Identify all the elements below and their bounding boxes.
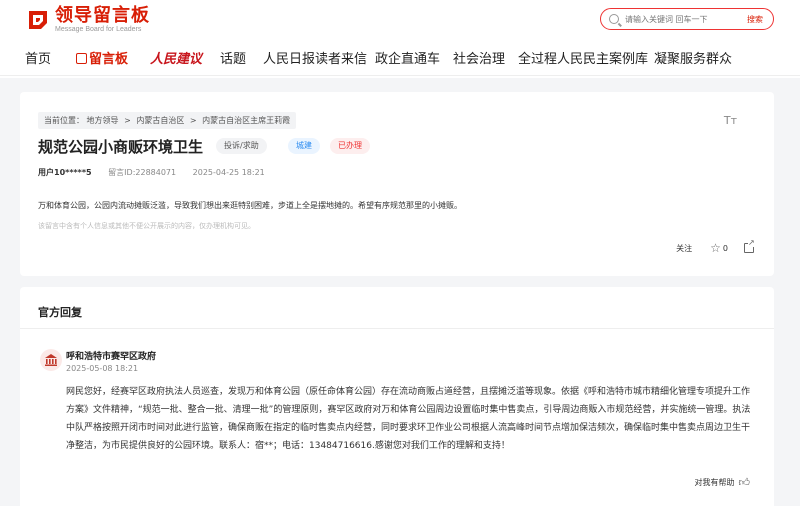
reply-card: 官方回复 呼和浩特市赛罕区政府 2025-05-08 18:21 网民您好，经赛… [20,287,774,506]
message-board-icon [76,53,87,64]
logo-subtitle: Message Board for Leaders [55,26,142,33]
nav-item-democracy-cases[interactable]: 全过程人民民主案例库 [518,48,648,67]
breadcrumb-item-leader[interactable]: 内蒙古自治区主席王莉霞 [202,116,290,125]
page-title: 规范公园小商贩环境卫生 [38,138,204,156]
nav-item-message-board[interactable]: 留言板 [76,48,128,67]
breadcrumb-item-local-leaders[interactable]: 地方领导 [87,116,119,125]
status-badge: 已办理 [330,138,370,154]
breadcrumb-separator: > [189,116,197,125]
message-card: 当前位置： 地方领导 > 内蒙古自治区 > 内蒙古自治区主席王莉霞 Tт 规范公… [20,92,774,276]
nav-item-topics[interactable]: 话题 [220,48,246,67]
search-box: 搜索 [600,8,774,30]
message-time: 2025-04-25 18:21 [192,168,265,177]
share-icon[interactable] [744,238,755,253]
main-nav: 首页 留言板 人民建议 话题 人民日报读者来信 政企直通车 社会治理 全过程人民… [0,44,800,72]
search-input[interactable] [625,14,735,24]
message-id: 留言ID:22884071 [108,168,177,177]
nav-item-readers-letters[interactable]: 人民日报读者来信 [263,48,367,67]
breadcrumb: 当前位置： 地方领导 > 内蒙古自治区 > 内蒙古自治区主席王莉霞 [38,112,297,129]
breadcrumb-separator: > [124,116,131,125]
font-size-icon[interactable]: Tт [724,114,737,127]
site-header: 领导留言板 Message Board for Leaders 搜索 首页 留言… [0,0,800,78]
nav-item-message-board-label: 留言板 [89,52,129,67]
nav-item-serve-masses[interactable]: 凝聚服务群众 [654,48,732,67]
message-actions: 关注 ☆ 0 [676,238,755,255]
message-meta: 用户10*****5 留言ID:22884071 2025-04-25 18:2… [38,167,279,178]
logo-title: 领导留言板 [55,5,150,26]
nav-item-enterprise-express[interactable]: 政企直通车 [375,48,440,67]
privacy-notice: 该留言中含有个人信息或其他不便公开展示的内容，仅办理机构可见。 [38,222,255,230]
search-button[interactable]: 搜索 [747,14,763,25]
category-badge: 城建 [288,138,320,154]
reply-body: 网民您好，经赛罕区政府执法人员巡查，发现万和体育公园（原任命体育公园）存在流动商… [66,387,751,451]
message-content: 万和体育公园，公园内流动摊贩泛滥，导致我们想出来逛特别困难，步道上全是摆地摊的。… [38,201,462,210]
follow-button[interactable]: 关注 [676,243,692,254]
message-user: 用户10*****5 [38,168,92,177]
breadcrumb-prefix: 当前位置： [44,116,84,125]
reply-time: 2025-05-08 18:21 [66,364,139,373]
search-icon [609,14,619,24]
thumbs-up-icon: 👍︎ [738,476,751,489]
reply-org-name: 呼和浩特市赛罕区政府 [66,352,157,362]
logo-mark-icon [26,8,50,32]
reply-heading: 官方回复 [38,306,82,319]
helpful-label: 对我有帮助 [694,478,735,487]
star-icon[interactable]: ☆ [710,241,721,255]
header-divider [0,75,800,76]
nav-item-social-governance[interactable]: 社会治理 [453,48,505,67]
nav-item-home[interactable]: 首页 [25,48,51,67]
like-count: 0 [722,243,728,253]
type-badge: 投诉/求助 [216,138,267,154]
nav-item-people-suggestions[interactable]: 人民建议 [150,48,202,67]
site-logo[interactable]: 领导留言板 Message Board for Leaders [26,6,150,34]
breadcrumb-item-region[interactable]: 内蒙古自治区 [136,116,184,125]
reply-divider [20,328,774,329]
helpful-button[interactable]: 对我有帮助 👍︎ [695,476,751,489]
government-building-icon [40,349,62,371]
